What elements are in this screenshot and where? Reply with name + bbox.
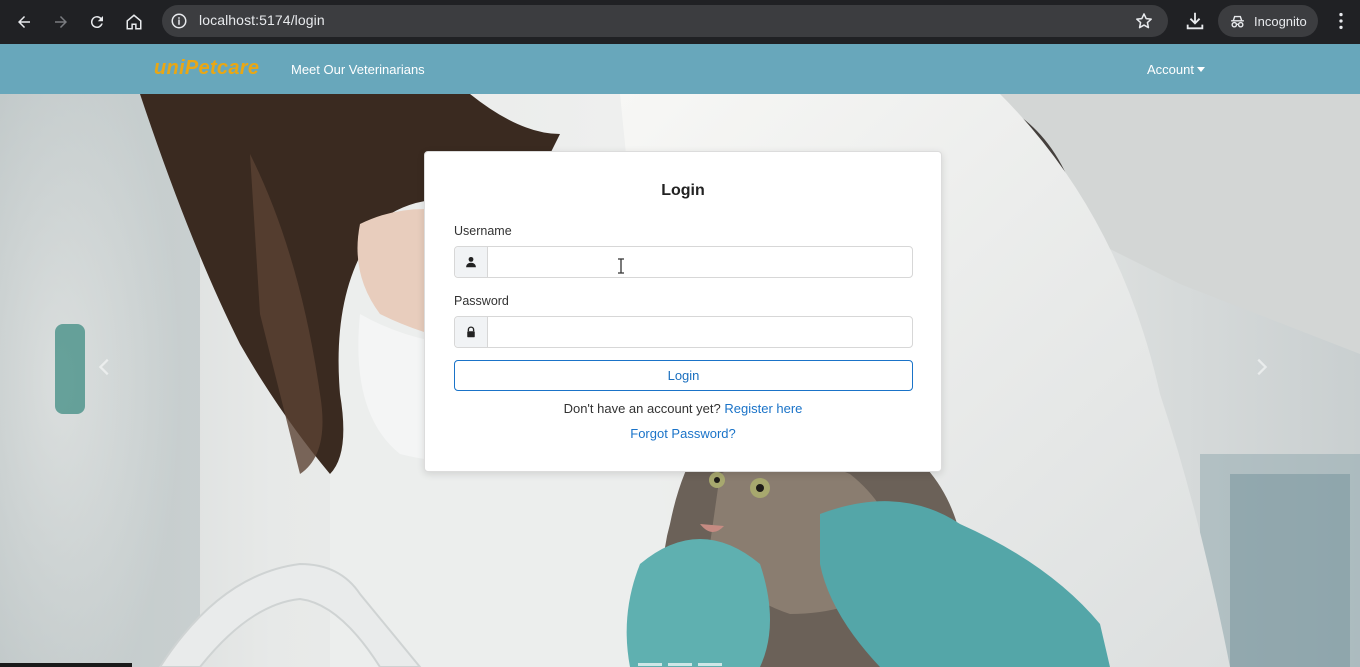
bottom-edge-bar — [0, 663, 132, 667]
carousel-indicator[interactable] — [638, 663, 662, 666]
site-navbar: uniPetcare Meet Our Veterinarians Accoun… — [0, 44, 1360, 94]
bookmark-star-icon[interactable] — [1134, 11, 1154, 31]
carousel-indicator[interactable] — [698, 663, 722, 666]
caret-down-icon — [1196, 67, 1205, 72]
carousel-indicators — [638, 663, 722, 666]
login-button[interactable]: Login — [454, 360, 913, 391]
brand-logo[interactable]: uniPetcare — [154, 57, 259, 80]
address-bar[interactable]: localhost:5174/login — [162, 5, 1168, 37]
incognito-icon — [1231, 15, 1244, 28]
password-input-group — [454, 316, 913, 348]
register-prompt: Don't have an account yet? — [563, 401, 721, 416]
carousel-indicator[interactable] — [668, 663, 692, 666]
incognito-label: Incognito — [1254, 13, 1307, 29]
carousel-next-icon[interactable] — [1250, 356, 1272, 378]
username-input[interactable] — [488, 247, 912, 277]
kebab-menu-icon[interactable] — [1330, 10, 1352, 32]
home-icon[interactable] — [120, 8, 148, 36]
register-line: Don't have an account yet? Register here — [425, 401, 941, 416]
carousel-prev-icon[interactable] — [94, 356, 116, 378]
incognito-indicator[interactable]: Incognito — [1218, 5, 1318, 37]
url-text[interactable]: localhost:5174/login — [199, 12, 325, 28]
back-arrow-icon[interactable] — [10, 8, 38, 36]
nav-link-veterinarians[interactable]: Meet Our Veterinarians — [291, 62, 425, 77]
browser-toolbar: localhost:5174/login Incognito — [0, 0, 1360, 44]
download-icon[interactable] — [1184, 10, 1206, 32]
forgot-password-link[interactable]: Forgot Password? — [630, 426, 736, 441]
account-label: Account — [1147, 62, 1194, 77]
account-dropdown[interactable]: Account — [1147, 62, 1205, 77]
lock-icon — [455, 317, 488, 347]
password-input[interactable] — [488, 317, 912, 347]
text-cursor-icon — [618, 258, 624, 274]
login-card: Login Username Password Login Don't have… — [424, 151, 942, 472]
reload-icon[interactable] — [83, 8, 111, 36]
login-title: Login — [661, 182, 705, 199]
register-link[interactable]: Register here — [724, 401, 802, 416]
username-input-group — [454, 246, 913, 278]
forward-arrow-icon[interactable] — [47, 8, 75, 36]
password-label: Password — [454, 294, 509, 308]
user-icon — [455, 247, 488, 277]
site-info-icon[interactable] — [170, 12, 188, 30]
username-label: Username — [454, 224, 512, 238]
forgot-password-line: Forgot Password? — [425, 426, 941, 441]
